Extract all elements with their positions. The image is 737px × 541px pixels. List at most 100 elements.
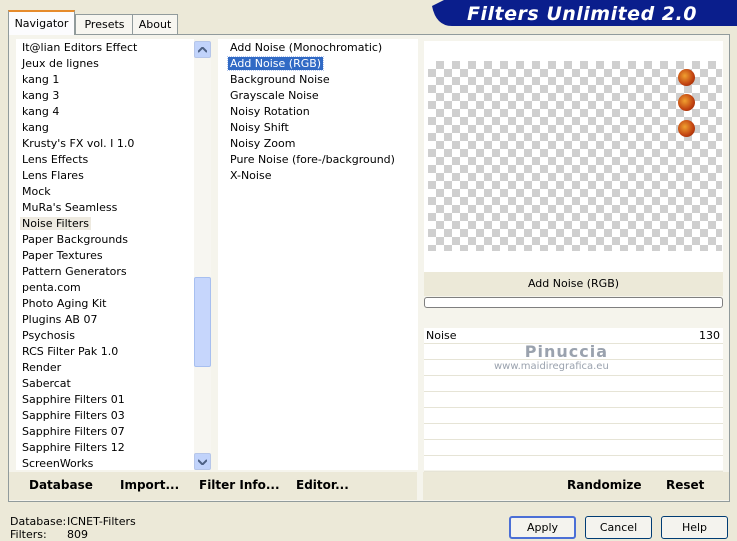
status-filters: Filters: 809 — [10, 528, 88, 541]
editor-button[interactable]: Editor... — [296, 478, 349, 492]
category-item-label: Paper Textures — [22, 249, 103, 262]
empty-slider — [424, 408, 723, 424]
category-item-label: RCS Filter Pak 1.0 — [22, 345, 119, 358]
category-item[interactable]: Lens Effects — [20, 152, 90, 168]
category-item-label: Pattern Generators — [22, 265, 127, 278]
category-item[interactable]: Plugins AB 07 — [20, 312, 99, 328]
filter-item-label: Noisy Zoom — [230, 137, 296, 150]
category-item[interactable]: Mock — [20, 184, 53, 200]
category-item[interactable]: Render — [20, 360, 63, 376]
noise-label: Noise — [426, 329, 457, 342]
category-item[interactable]: Photo Aging Kit — [20, 296, 108, 312]
cancel-button[interactable]: Cancel — [585, 516, 652, 539]
category-item[interactable]: Noise Filters — [20, 216, 91, 232]
filter-item[interactable]: Noisy Rotation — [228, 104, 312, 120]
filter-item-label: Grayscale Noise — [230, 89, 319, 102]
category-item[interactable]: kang 3 — [20, 88, 61, 104]
category-item-label: Sapphire Filters 03 — [22, 409, 125, 422]
category-item-label: Plugins AB 07 — [22, 313, 98, 326]
apply-button-label: Apply — [526, 521, 559, 534]
category-item[interactable]: Sapphire Filters 01 — [20, 392, 127, 408]
tab-navigator[interactable]: Navigator — [8, 10, 75, 35]
watermark-name: Pinuccia — [524, 342, 609, 361]
category-item[interactable]: Sapphire Filters 03 — [20, 408, 127, 424]
category-item-label: kang 1 — [22, 73, 60, 86]
category-scrollbar[interactable] — [194, 41, 211, 470]
category-item-label: kang 4 — [22, 105, 60, 118]
category-item-label: Render — [22, 361, 62, 374]
category-item[interactable]: ScreenWorks — [20, 456, 95, 472]
import-button[interactable]: Import... — [120, 478, 179, 492]
filter-list[interactable]: Add Noise (Monochromatic) Add Noise (RGB)… — [218, 39, 418, 470]
database-button[interactable]: Database — [29, 478, 93, 492]
category-item-label: Photo Aging Kit — [22, 297, 107, 310]
cancel-button-label: Cancel — [599, 521, 638, 534]
filter-item-label: Pure Noise (fore-/background) — [230, 153, 395, 166]
preview-image — [428, 61, 722, 251]
tab-navigator-label: Navigator — [14, 17, 69, 30]
chevron-down-icon — [198, 458, 207, 465]
category-item[interactable]: MuRa's Seamless — [20, 200, 119, 216]
scroll-thumb[interactable] — [194, 277, 211, 367]
category-item-label: Noise Filters — [20, 217, 91, 230]
filter-title: Add Noise (RGB) — [424, 272, 723, 296]
filter-item-label: Add Noise (RGB) — [226, 56, 325, 71]
category-list[interactable]: It@lian Editors Effect Jeux de lignes kang… — [16, 39, 194, 470]
category-item-label: Sapphire Filters 07 — [22, 425, 125, 438]
category-item[interactable]: Sapphire Filters 07 — [20, 424, 127, 440]
chevron-up-icon — [198, 46, 207, 53]
filter-item[interactable]: Add Noise (RGB) — [226, 56, 325, 72]
filter-item[interactable]: Grayscale Noise — [228, 88, 321, 104]
category-item-label: Paper Backgrounds — [22, 233, 129, 246]
preview-dot — [678, 69, 695, 86]
category-item[interactable]: Sapphire Filters 12 — [20, 440, 127, 456]
category-item[interactable]: RCS Filter Pak 1.0 — [20, 344, 120, 360]
filter-item-label: X-Noise — [230, 169, 272, 182]
scroll-down-button[interactable] — [194, 453, 211, 470]
filter-info-button[interactable]: Filter Info... — [199, 478, 280, 492]
empty-slider — [424, 392, 723, 408]
category-item-label: Sapphire Filters 12 — [22, 441, 125, 454]
reset-button[interactable]: Reset — [666, 478, 704, 492]
category-item-label: ScreenWorks — [22, 457, 94, 470]
filter-item[interactable]: Background Noise — [228, 72, 332, 88]
watermark: Pinuccia www.maidiregrafica.eu — [494, 342, 609, 372]
help-button[interactable]: Help — [661, 516, 728, 539]
category-item[interactable]: Pattern Generators — [20, 264, 129, 280]
status-database-value: ICNET-Filters — [67, 515, 136, 528]
category-item[interactable]: Psychosis — [20, 328, 77, 344]
title-banner: Filters Unlimited 2.0 — [432, 0, 737, 32]
category-item[interactable]: Jeux de lignes — [20, 56, 101, 72]
category-item[interactable]: kang — [20, 120, 51, 136]
category-item[interactable]: Krusty's FX vol. I 1.0 — [20, 136, 136, 152]
filter-item-label: Noisy Shift — [230, 121, 289, 134]
category-item[interactable]: kang 4 — [20, 104, 61, 120]
category-item[interactable]: penta.com — [20, 280, 83, 296]
category-item[interactable]: Lens Flares — [20, 168, 86, 184]
category-item[interactable]: Sabercat — [20, 376, 73, 392]
tab-presets-label: Presets — [84, 18, 125, 31]
category-item[interactable]: Paper Backgrounds — [20, 232, 130, 248]
filter-item[interactable]: Add Noise (Monochromatic) — [228, 40, 384, 56]
filter-item-label: Background Noise — [230, 73, 330, 86]
tab-presets[interactable]: Presets — [75, 14, 134, 34]
category-item[interactable]: kang 1 — [20, 72, 61, 88]
preview-dot — [678, 120, 695, 137]
category-item-label: Lens Flares — [22, 169, 84, 182]
filter-item[interactable]: X-Noise — [228, 168, 273, 184]
filter-item[interactable]: Noisy Shift — [228, 120, 291, 136]
filter-item[interactable]: Noisy Zoom — [228, 136, 297, 152]
tab-about-label: About — [138, 18, 172, 31]
category-item-label: kang 3 — [22, 89, 60, 102]
category-item[interactable]: Paper Textures — [20, 248, 105, 264]
apply-button[interactable]: Apply — [509, 516, 576, 539]
category-item-label: MuRa's Seamless — [22, 201, 118, 214]
scroll-up-button[interactable] — [194, 41, 211, 58]
tab-about[interactable]: About — [132, 14, 178, 34]
filter-item-label: Noisy Rotation — [230, 105, 310, 118]
parameter-sliders: Noise 130 Pinuccia www.maidiregrafica.eu — [424, 328, 723, 472]
banner-title: Filters Unlimited 2.0 — [467, 3, 697, 25]
category-item[interactable]: It@lian Editors Effect — [20, 40, 139, 56]
randomize-button[interactable]: Randomize — [567, 478, 641, 492]
filter-item[interactable]: Pure Noise (fore-/background) — [228, 152, 397, 168]
